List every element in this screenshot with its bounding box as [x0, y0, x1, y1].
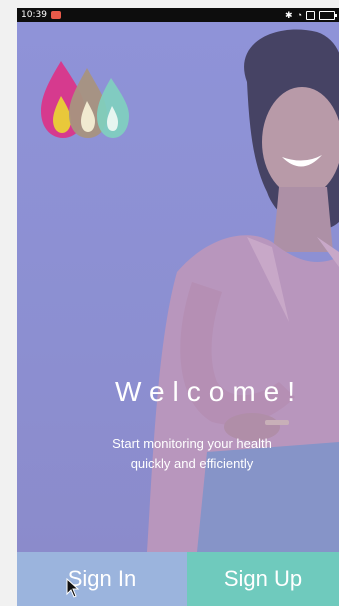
status-bar: 10:39 ✱ ◔ — [17, 8, 339, 22]
notification-app-icon — [51, 11, 61, 19]
welcome-subtitle: Start monitoring your health quickly and… — [77, 434, 307, 474]
wifi-icon: ◔ — [296, 10, 302, 20]
subtitle-line-1: Start monitoring your health — [112, 436, 272, 451]
bluetooth-icon: ✱ — [285, 10, 293, 20]
phone-screen: 10:39 ✱ ◔ Welcome! Start monitoring your… — [17, 8, 339, 606]
battery-icon — [319, 10, 337, 20]
mouse-cursor-icon — [66, 578, 80, 598]
sign-in-button[interactable]: Sign In — [17, 552, 187, 606]
welcome-title: Welcome! — [115, 376, 303, 407]
droplets-logo-icon — [41, 61, 129, 138]
sim-icon — [306, 10, 315, 20]
sign-up-button[interactable]: Sign Up — [187, 552, 339, 606]
status-icons: ✱ ◔ — [285, 8, 337, 22]
status-time: 10:39 — [21, 10, 47, 20]
subtitle-line-2: quickly and efficiently — [130, 456, 254, 471]
